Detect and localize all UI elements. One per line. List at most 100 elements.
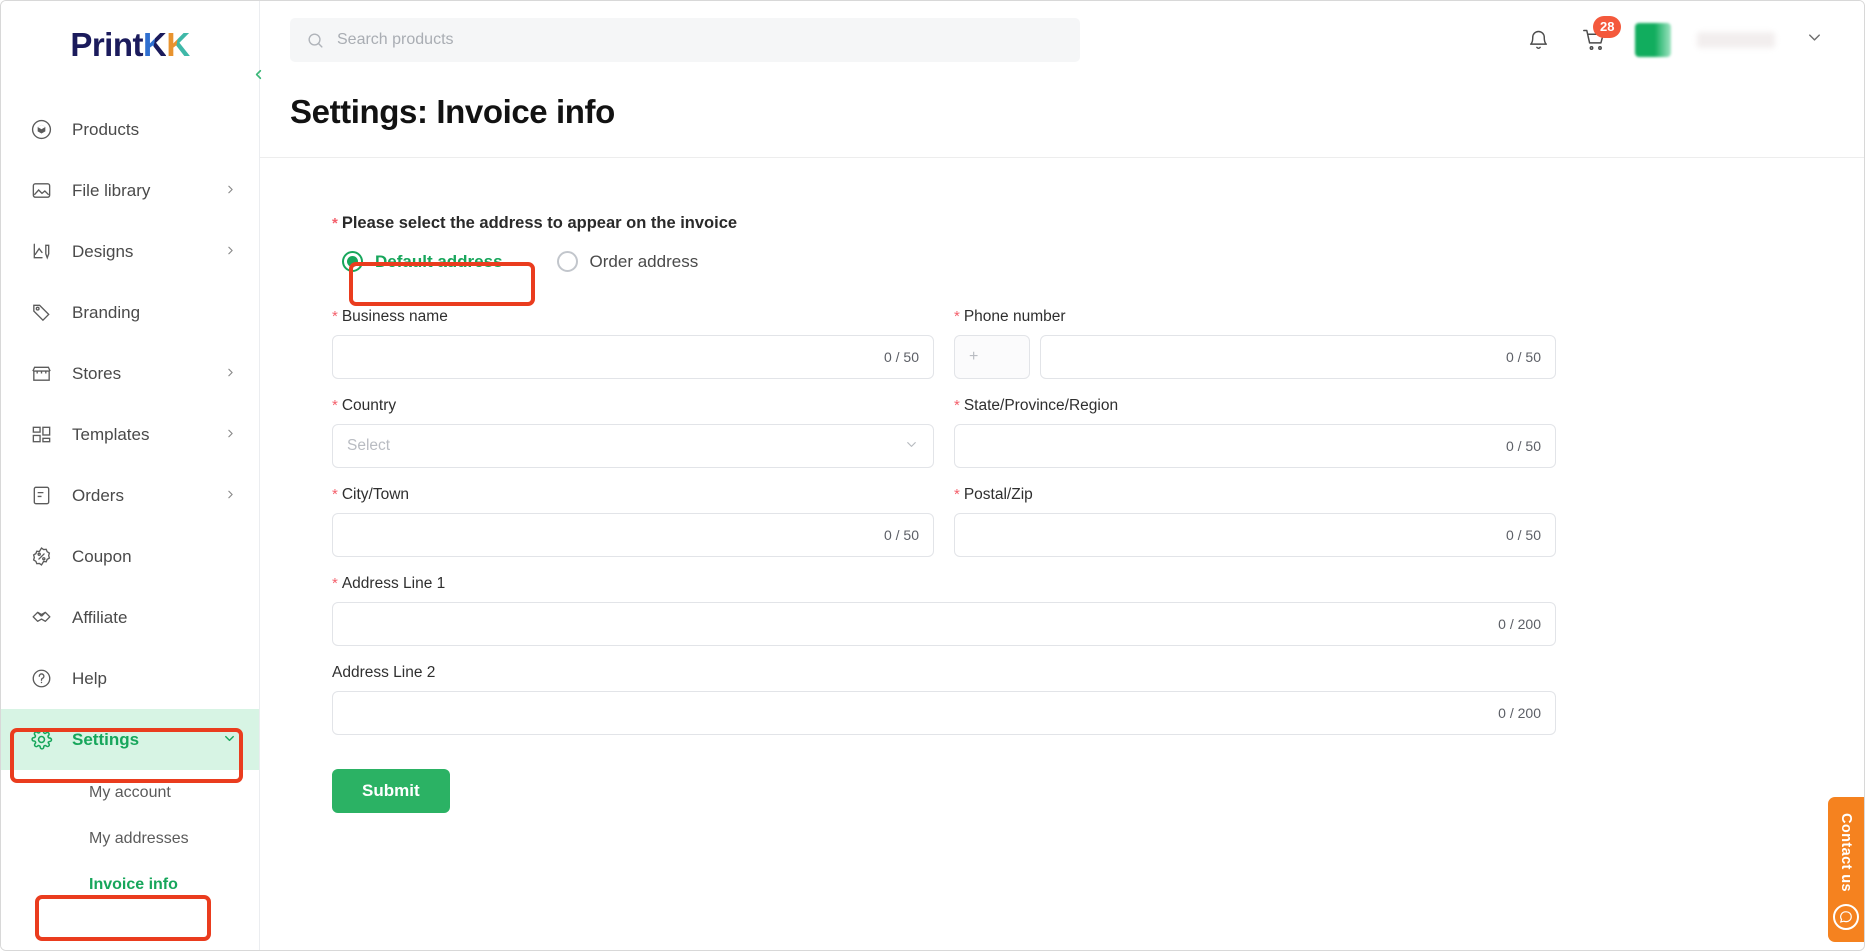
sidebar-subitem-invoice-info[interactable]: Invoice info <box>1 862 259 908</box>
chevron-right-icon <box>224 183 237 198</box>
radio-dot-icon <box>556 251 578 272</box>
city-input[interactable] <box>347 514 874 556</box>
store-icon <box>29 361 54 386</box>
required-asterisk: * <box>332 575 338 592</box>
box-icon <box>29 117 54 142</box>
phone-number-input-wrap[interactable]: 0 / 50 <box>1040 335 1556 379</box>
cart-icon[interactable]: 28 <box>1579 16 1622 55</box>
percent-icon <box>29 544 54 569</box>
field-city-town: * City/Town 0 / 50 <box>332 486 934 557</box>
field-label-text: City/Town <box>341 486 410 503</box>
sidebar-item-label: Products <box>72 119 140 139</box>
sidebar-item-label: Help <box>72 668 107 688</box>
chevron-right-icon <box>224 427 237 442</box>
address1-input[interactable] <box>347 603 1489 645</box>
submit-button[interactable]: Submit <box>332 769 450 813</box>
char-counter: 0 / 50 <box>883 527 919 543</box>
required-asterisk: * <box>954 486 960 503</box>
bell-icon[interactable] <box>1523 25 1553 55</box>
sidebar-item-designs[interactable]: Designs <box>1 221 259 282</box>
sidebar-item-label: Designs <box>72 241 134 261</box>
sidebar-subitem-label: My account <box>89 784 171 801</box>
sidebar-nav: Products File library Designs Branding S… <box>1 87 259 908</box>
field-label-text: State/Province/Region <box>963 397 1119 414</box>
sidebar-item-affiliate[interactable]: Affiliate <box>1 587 259 648</box>
design-icon <box>29 239 54 264</box>
char-counter: 0 / 50 <box>883 349 919 365</box>
chevron-down-icon[interactable] <box>1805 28 1824 52</box>
sidebar-item-products[interactable]: Products <box>1 99 259 160</box>
address-choice-text: Please select the address to appear on t… <box>341 214 738 232</box>
field-label: * Address Line 1 <box>332 575 1556 593</box>
contact-us-widget[interactable]: Contact us <box>1828 797 1864 942</box>
search-input[interactable] <box>337 31 1064 49</box>
address2-input-wrap[interactable]: 0 / 200 <box>332 691 1556 735</box>
sidebar-item-file-library[interactable]: File library <box>1 160 259 221</box>
sidebar-item-label: Coupon <box>72 546 132 566</box>
invoice-info-form: * Please select the address to appear on … <box>260 158 1864 813</box>
sidebar-item-label: Branding <box>72 302 141 322</box>
phone-number-input[interactable] <box>1055 336 1496 378</box>
search-icon <box>306 31 325 50</box>
city-input-wrap[interactable]: 0 / 50 <box>332 513 934 557</box>
handshake-icon <box>29 605 54 630</box>
phone-country-code-input[interactable]: + <box>954 335 1030 379</box>
chevron-down-icon <box>222 731 237 748</box>
required-asterisk: * <box>954 397 960 414</box>
brand-logo[interactable]: PrintKK <box>1 1 259 87</box>
radio-order-address[interactable]: Order address <box>556 251 698 272</box>
char-counter: 0 / 50 <box>1505 438 1541 454</box>
sidebar-item-branding[interactable]: Branding <box>1 282 259 343</box>
sidebar-subitem-my-addresses[interactable]: My addresses <box>1 816 259 862</box>
business-name-input-wrap[interactable]: 0 / 50 <box>332 335 934 379</box>
sidebar-item-stores[interactable]: Stores <box>1 343 259 404</box>
sidebar-subitem-my-account[interactable]: My account <box>1 770 259 816</box>
chevron-left-icon[interactable] <box>251 67 266 82</box>
topbar-actions: 28 <box>1523 16 1824 57</box>
char-counter: 0 / 200 <box>1498 616 1541 632</box>
sidebar-item-help[interactable]: Help <box>1 648 259 709</box>
field-label-text: Address Line 2 <box>332 664 436 681</box>
order-icon <box>29 483 54 508</box>
page-title: Settings: Invoice info <box>290 93 615 130</box>
required-asterisk: * <box>332 308 338 325</box>
sidebar-item-settings[interactable]: Settings <box>1 709 259 770</box>
field-label: * Country <box>332 397 934 415</box>
sidebar-item-coupon[interactable]: Coupon <box>1 526 259 587</box>
page-header: Settings: Invoice info <box>260 79 1864 158</box>
sidebar-item-orders[interactable]: Orders <box>1 465 259 526</box>
char-counter: 0 / 50 <box>1505 527 1541 543</box>
logo-text-k1: K <box>142 25 167 63</box>
address1-input-wrap[interactable]: 0 / 200 <box>332 602 1556 646</box>
radio-label: Default address <box>375 251 503 271</box>
field-label: * State/Province/Region <box>954 397 1556 415</box>
business-name-input[interactable] <box>347 336 874 378</box>
state-input[interactable] <box>969 425 1496 467</box>
chevron-right-icon <box>224 488 237 503</box>
state-input-wrap[interactable]: 0 / 50 <box>954 424 1556 468</box>
tag-icon <box>29 300 54 325</box>
sidebar-subitem-label: My addresses <box>89 830 189 847</box>
field-label: Address Line 2 <box>332 664 1556 682</box>
country-select-placeholder: Select <box>347 437 391 454</box>
sidebar-item-templates[interactable]: Templates <box>1 404 259 465</box>
form-grid: * Business name 0 / 50 * Phone number + … <box>332 308 1562 753</box>
address2-input[interactable] <box>347 692 1489 734</box>
field-country: * Country Select <box>332 397 934 468</box>
radio-dot-icon <box>342 251 363 272</box>
question-icon <box>29 666 54 691</box>
avatar[interactable] <box>1635 23 1671 57</box>
search-bar[interactable] <box>290 18 1080 62</box>
postal-input[interactable] <box>969 514 1496 556</box>
address-choice-label: * Please select the address to appear on … <box>332 214 1864 233</box>
field-business-name: * Business name 0 / 50 <box>332 308 934 379</box>
sidebar-item-label: File library <box>72 180 151 200</box>
radio-default-address[interactable]: Default address <box>342 251 503 272</box>
app-window: PrintKK Products File library Designs Br… <box>0 0 1865 951</box>
required-asterisk: * <box>332 215 338 232</box>
logo-text-k2: K <box>166 25 190 63</box>
required-asterisk: * <box>954 308 960 325</box>
country-select[interactable]: Select <box>332 424 934 468</box>
field-postal-zip: * Postal/Zip 0 / 50 <box>954 486 1556 557</box>
postal-input-wrap[interactable]: 0 / 50 <box>954 513 1556 557</box>
